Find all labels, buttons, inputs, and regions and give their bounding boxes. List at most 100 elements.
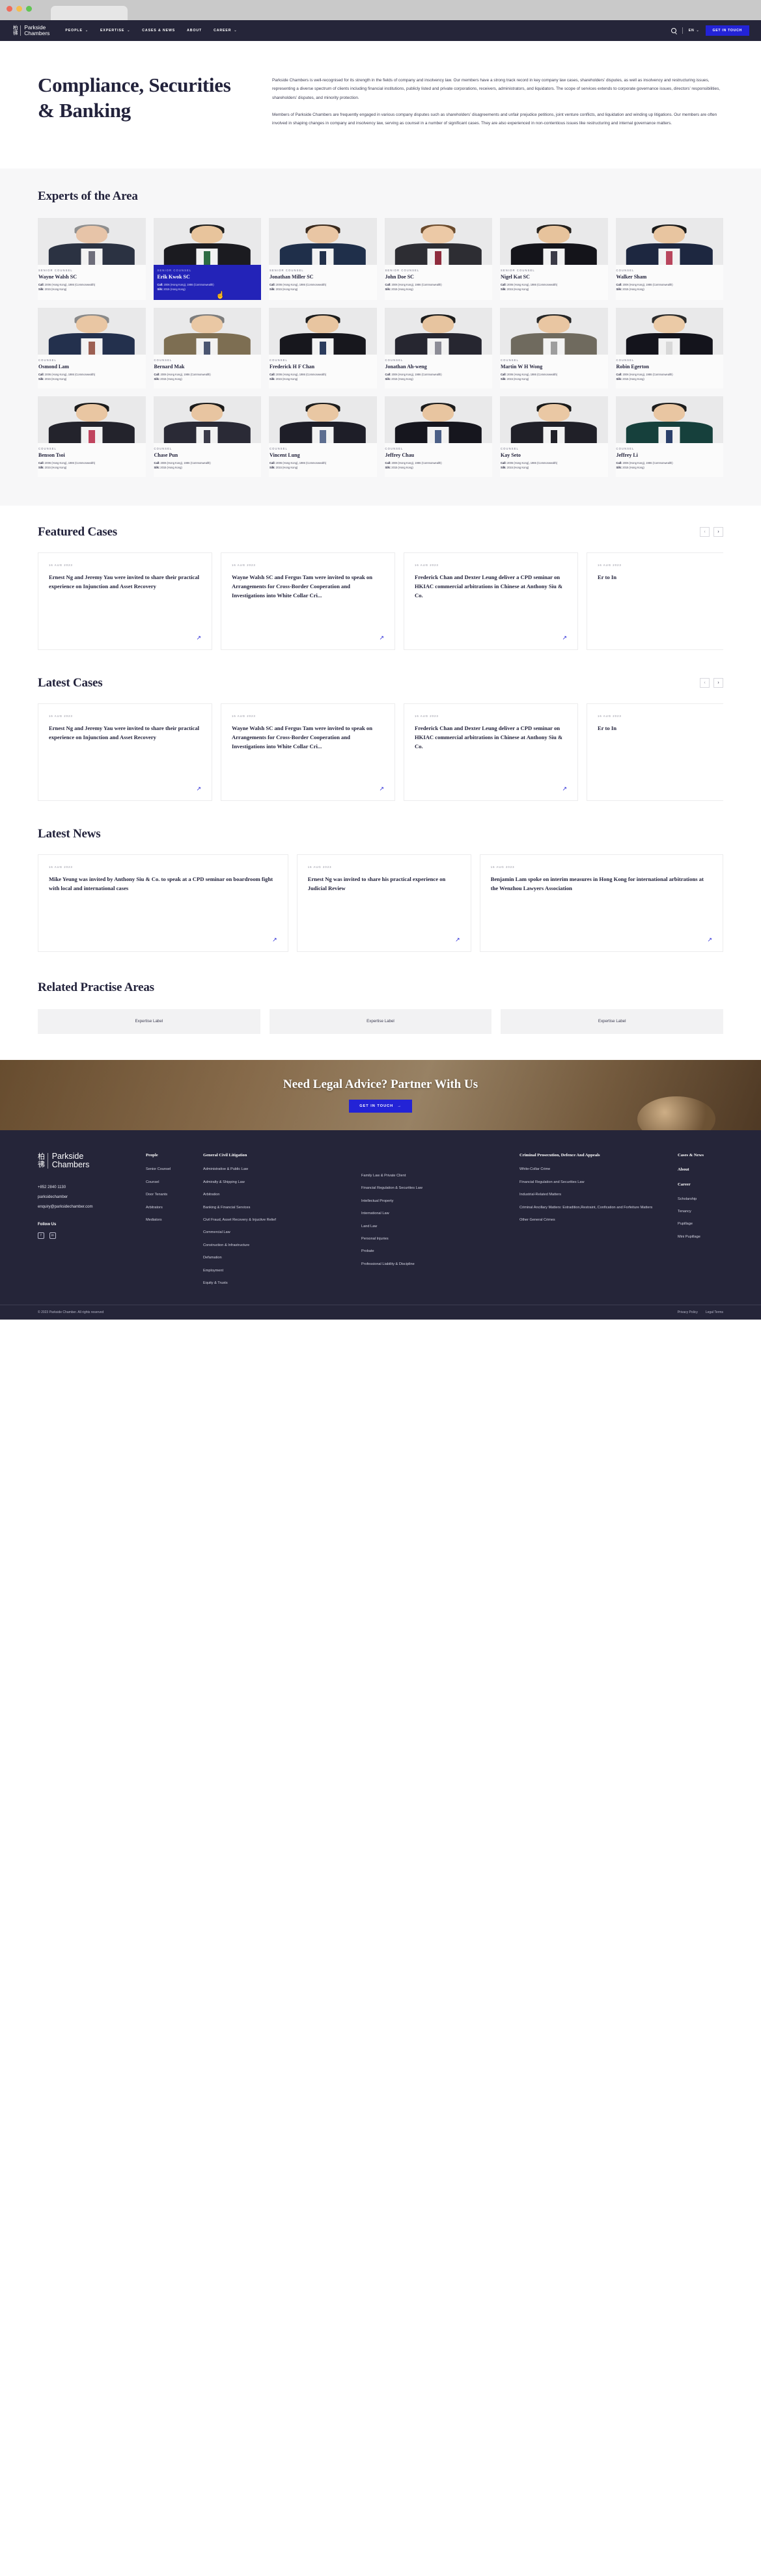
footer-link[interactable]: Civil Fraud, Asset Recovery & Injuctive …: [203, 1217, 350, 1223]
case-card[interactable]: 16 AUG 2023 Mike Yeung was invited by Ant…: [38, 854, 288, 952]
nav-item-people[interactable]: PEOPLE ⌄: [65, 29, 89, 33]
expert-card[interactable]: COUNSEL Martin W H Wong Call: 2006 (Hong K…: [500, 307, 608, 388]
arrow-up-right-icon[interactable]: ↗: [707, 936, 712, 943]
footer-link[interactable]: Door Tenants: [146, 1192, 191, 1197]
banner-get-in-touch-button[interactable]: GET IN TOUCH →: [349, 1099, 412, 1113]
case-card[interactable]: 16 AUG 2023 Frederick Chan and Dexter Leu…: [404, 703, 578, 801]
footer-link[interactable]: Other General Crimes: [519, 1217, 666, 1223]
carousel-prev-button[interactable]: ‹: [700, 678, 710, 688]
footer-link[interactable]: Banking & Financial Services: [203, 1205, 350, 1210]
footer-link[interactable]: Counsel: [146, 1180, 191, 1185]
case-card[interactable]: 16 AUG 2023 Ernest Ng and Jeremy Yau were…: [38, 703, 212, 801]
footer-link[interactable]: Industrial-Related Matters: [519, 1192, 666, 1197]
expert-card[interactable]: SENIOR COUNSEL Jonathan Miller SC Call: 20…: [269, 217, 377, 300]
case-card[interactable]: 16 AUG 2023Er to In↗: [587, 552, 723, 650]
privacy-policy-link[interactable]: Privacy Policy: [678, 1310, 698, 1314]
footer-link[interactable]: Land Law: [361, 1224, 508, 1229]
footer-link[interactable]: Family Law & Private Client: [361, 1173, 508, 1178]
expert-card[interactable]: COUNSEL Frederick H F Chan Call: 2006 (Hon…: [269, 307, 377, 388]
arrow-up-right-icon[interactable]: ↗: [379, 634, 384, 642]
footer-email[interactable]: enquiry@parksidechamber.com: [38, 1202, 129, 1212]
footer-link[interactable]: Criminal Ancillary Matters: Extradition,…: [519, 1205, 666, 1210]
footer-link[interactable]: Mini Pupillage: [678, 1234, 723, 1240]
expert-card[interactable]: COUNSEL Vincent Lung Call: 2006 (Hong Kong…: [269, 396, 377, 477]
case-card[interactable]: 16 AUG 2023 Benjamin Lam spoke on interim…: [479, 854, 723, 952]
footer-link-cases-news[interactable]: Cases & News: [678, 1152, 723, 1159]
expert-card[interactable]: SENIOR COUNSEL John Doe SC Call: 2006 (Hon…: [384, 217, 492, 300]
footer-phone[interactable]: +852 2840 1130: [38, 1183, 129, 1193]
footer-link[interactable]: Defamation: [203, 1255, 350, 1260]
footer-link[interactable]: Intellectual Property: [361, 1199, 508, 1204]
expert-card[interactable]: COUNSEL Benson Tsoi Call: 2006 (Hong Kong)…: [38, 396, 146, 477]
footer-link[interactable]: Employment: [203, 1268, 350, 1273]
get-in-touch-button[interactable]: GET IN TOUCH: [705, 25, 749, 36]
footer-link[interactable]: Admiralty & Shipping Law: [203, 1180, 350, 1185]
footer-link[interactable]: International Law: [361, 1211, 508, 1216]
expert-card[interactable]: COUNSEL Jonathan Ah-weng Call: 2006 (Hong …: [384, 307, 492, 388]
browser-tab[interactable]: [51, 6, 128, 20]
footer-link[interactable]: Arbitration: [203, 1192, 350, 1197]
case-card[interactable]: 16 AUG 2023 Wayne Walsh SC and Fergus Tam…: [221, 552, 395, 650]
arrow-up-right-icon[interactable]: ↗: [562, 785, 567, 793]
expert-card[interactable]: SENIOR COUNSEL Wayne Walsh SC Call: 2006 (…: [38, 217, 146, 300]
footer-link[interactable]: Arbitrators: [146, 1205, 191, 1210]
expert-card[interactable]: COUNSEL Jeffrey Li Call: 2006 (Hong Kong),…: [615, 396, 723, 477]
arrow-up-right-icon[interactable]: ↗: [562, 634, 567, 642]
carousel-next-button[interactable]: ›: [713, 678, 723, 688]
related-area-card[interactable]: Expertise Label: [38, 1009, 260, 1034]
legal-terms-link[interactable]: Legal Terms: [706, 1310, 723, 1314]
language-switcher[interactable]: EN ⌄: [689, 29, 700, 33]
nav-item-about[interactable]: ABOUT: [187, 29, 202, 33]
expert-card[interactable]: COUNSEL Walker Sham Call: 2006 (Hong Kong)…: [615, 217, 723, 300]
footer-link[interactable]: White-Collar Crime: [519, 1167, 666, 1172]
expert-card[interactable]: SENIOR COUNSEL Erik Kwok SC Call: 2006 (Ho…: [153, 217, 261, 300]
linkedin-icon[interactable]: in: [49, 1232, 56, 1239]
footer-link[interactable]: Financial Regulation and Securities Law: [519, 1180, 666, 1185]
site-logo[interactable]: 柏 彿 Parkside Chambers: [13, 25, 49, 36]
expert-card[interactable]: COUNSEL Osmond Lam Call: 2006 (Hong Kong),…: [38, 307, 146, 388]
expert-card[interactable]: SENIOR COUNSEL Nigel Kat SC Call: 2006 (Ho…: [500, 217, 608, 300]
expert-card[interactable]: COUNSEL Bernard Mak Call: 2006 (Hong Kong)…: [153, 307, 261, 388]
footer-link[interactable]: Scholarship: [678, 1197, 723, 1202]
footer-link[interactable]: Personal Injuries: [361, 1236, 508, 1241]
footer-link[interactable]: Financial Regulation & Securities Law: [361, 1186, 508, 1191]
window-controls[interactable]: [7, 6, 32, 12]
case-card[interactable]: 16 AUG 2023 Frederick Chan and Dexter Leu…: [404, 552, 578, 650]
facebook-icon[interactable]: f: [38, 1232, 44, 1239]
carousel-next-button[interactable]: ›: [713, 527, 723, 537]
nav-item-cases-news[interactable]: CASES & NEWS: [142, 29, 175, 33]
case-card[interactable]: 16 AUG 2023 Wayne Walsh SC and Fergus Tam…: [221, 703, 395, 801]
related-area-card[interactable]: Expertise Label: [269, 1009, 492, 1034]
footer-link[interactable]: Commercial Law: [203, 1230, 350, 1235]
maximize-window-button[interactable]: [26, 6, 32, 12]
footer-link[interactable]: Senior Counsel: [146, 1167, 191, 1172]
nav-item-expertise[interactable]: EXPERTISE ⌄: [100, 29, 130, 33]
related-area-card[interactable]: Expertise Label: [501, 1009, 723, 1034]
footer-link-career[interactable]: Career: [678, 1182, 723, 1188]
expert-card[interactable]: COUNSEL Chase Pun Call: 2006 (Hong Kong), …: [153, 396, 261, 477]
footer-link[interactable]: Professional Liability & Discipline: [361, 1262, 508, 1267]
expert-card[interactable]: COUNSEL Robin Egerton Call: 2006 (Hong Kon…: [615, 307, 723, 388]
footer-link[interactable]: Pupillage: [678, 1221, 723, 1227]
arrow-up-right-icon[interactable]: ↗: [196, 634, 201, 642]
expert-card[interactable]: COUNSEL Kay Seto Call: 2006 (Hong Kong), 1…: [500, 396, 608, 477]
minimize-window-button[interactable]: [16, 6, 22, 12]
arrow-up-right-icon[interactable]: ↗: [196, 785, 201, 793]
footer-link-about[interactable]: About: [678, 1167, 723, 1173]
footer-link[interactable]: Administrative & Public Law: [203, 1167, 350, 1172]
footer-handle[interactable]: parksidechamber: [38, 1193, 129, 1202]
footer-link[interactable]: Equity & Trusts: [203, 1281, 350, 1286]
arrow-up-right-icon[interactable]: ↗: [272, 936, 277, 943]
expert-card[interactable]: COUNSEL Jeffrey Chau Call: 2006 (Hong Kong…: [384, 396, 492, 477]
footer-logo[interactable]: 柏 彿 Parkside Chambers: [38, 1152, 129, 1170]
footer-link[interactable]: Construction & Infrastructure: [203, 1243, 350, 1248]
nav-item-career[interactable]: CAREER ⌄: [214, 29, 237, 33]
footer-link[interactable]: Probate: [361, 1249, 508, 1254]
footer-link[interactable]: Tenancy: [678, 1209, 723, 1214]
search-icon[interactable]: [671, 28, 676, 33]
case-card[interactable]: 16 AUG 2023Er to In↗: [587, 703, 723, 801]
arrow-up-right-icon[interactable]: ↗: [379, 785, 384, 793]
case-card[interactable]: 16 AUG 2023 Ernest Ng and Jeremy Yau were…: [38, 552, 212, 650]
footer-link[interactable]: Mediators: [146, 1217, 191, 1223]
case-card[interactable]: 16 AUG 2023 Ernest Ng was invited to shar…: [296, 854, 471, 952]
